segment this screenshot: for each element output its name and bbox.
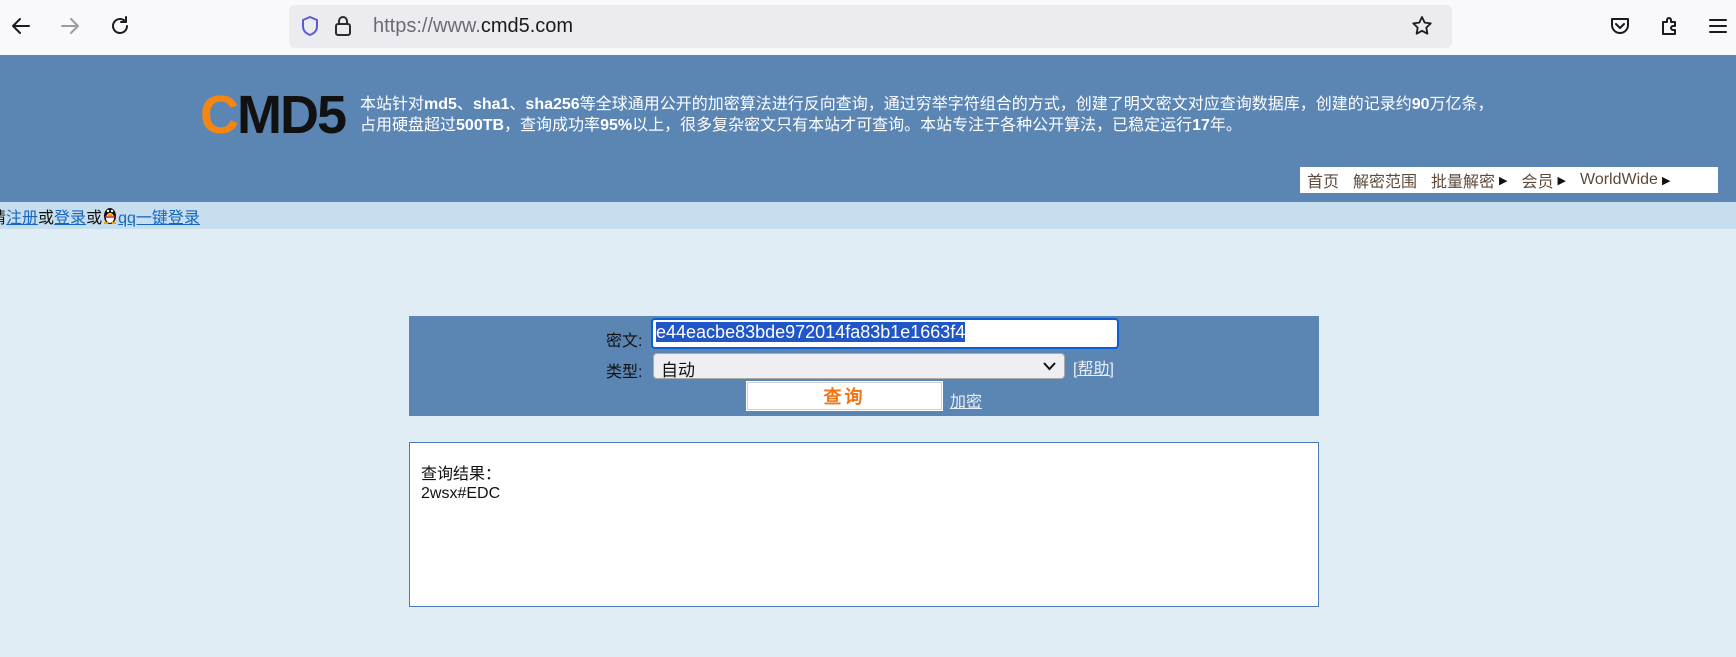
site-header: CMD5 本站针对md5、sha1、sha256等全球通用公开的加密算法进行反向…: [0, 55, 1736, 202]
intro-line-1: 本站针对md5、sha1、sha256等全球通用公开的加密算法进行反向查询，通过…: [360, 96, 1494, 113]
url-bar[interactable]: https://www.cmd5.com: [289, 5, 1452, 48]
extensions-icon[interactable]: [1655, 11, 1685, 41]
cipher-label: 密文:: [606, 333, 643, 350]
pocket-icon[interactable]: [1605, 11, 1635, 41]
or-text: 或: [86, 210, 103, 227]
qq-login-link[interactable]: qq一键登录: [118, 210, 200, 227]
type-label: 类型:: [606, 364, 643, 381]
triangle-right-icon: ▶: [1661, 174, 1671, 187]
browser-toolbar: https://www.cmd5.com: [0, 0, 1736, 55]
type-select[interactable]: 自动: [653, 353, 1065, 380]
cipher-value: e44eacbe83bde972014fa83b1e1663f4: [656, 322, 966, 342]
type-select-value: 自动: [661, 361, 695, 380]
triangle-right-icon: ▶: [1557, 174, 1566, 187]
intro-line-2: 占用硬盘超过500TB，查询成功率95%以上，很多复杂密文只有本站才可查询。本站…: [360, 117, 1242, 134]
main-nav: 首页 解密范围 批量解密 ▶ 会员 ▶ WorldWide ▶: [1300, 167, 1718, 193]
encrypt-link[interactable]: 加密: [950, 388, 982, 412]
nav-home[interactable]: 首页: [1300, 168, 1346, 192]
help-link[interactable]: [帮助]: [1073, 355, 1114, 379]
nav-worldwide[interactable]: WorldWide ▶: [1573, 171, 1677, 189]
or-text: 或: [38, 210, 55, 227]
triangle-right-icon: ▶: [1499, 174, 1508, 187]
site-intro: 本站针对md5、sha1、sha256等全球通用公开的加密算法进行反向查询，通过…: [360, 94, 1560, 136]
nav-decrypt-range[interactable]: 解密范围: [1346, 168, 1424, 192]
login-link[interactable]: 登录: [54, 210, 86, 227]
url-text[interactable]: https://www.cmd5.com: [373, 15, 573, 38]
nav-member[interactable]: 会员 ▶: [1515, 168, 1573, 192]
nav-batch-decrypt[interactable]: 批量解密 ▶: [1424, 168, 1514, 192]
chevron-down-icon: [1043, 362, 1056, 371]
result-box: 查询结果： 2wsx#EDC: [409, 442, 1319, 607]
cipher-input[interactable]: e44eacbe83bde972014fa83b1e1663f4: [651, 318, 1119, 349]
qq-penguin-icon: [104, 208, 117, 224]
register-link[interactable]: 注册: [6, 210, 38, 227]
bookmark-star-icon[interactable]: [1407, 11, 1437, 41]
result-label: 查询结果：: [421, 466, 502, 483]
lock-icon[interactable]: [328, 11, 358, 41]
shield-icon[interactable]: [295, 11, 325, 41]
login-bar: 请注册或登录或qq一键登录: [0, 202, 1736, 229]
query-button[interactable]: 查询: [746, 381, 943, 411]
back-icon[interactable]: [6, 11, 36, 41]
result-value: 2wsx#EDC: [421, 485, 501, 502]
menu-icon[interactable]: [1703, 11, 1733, 41]
cmd5-logo[interactable]: CMD5: [200, 82, 347, 148]
reload-icon[interactable]: [105, 11, 135, 41]
forward-icon[interactable]: [55, 11, 85, 41]
